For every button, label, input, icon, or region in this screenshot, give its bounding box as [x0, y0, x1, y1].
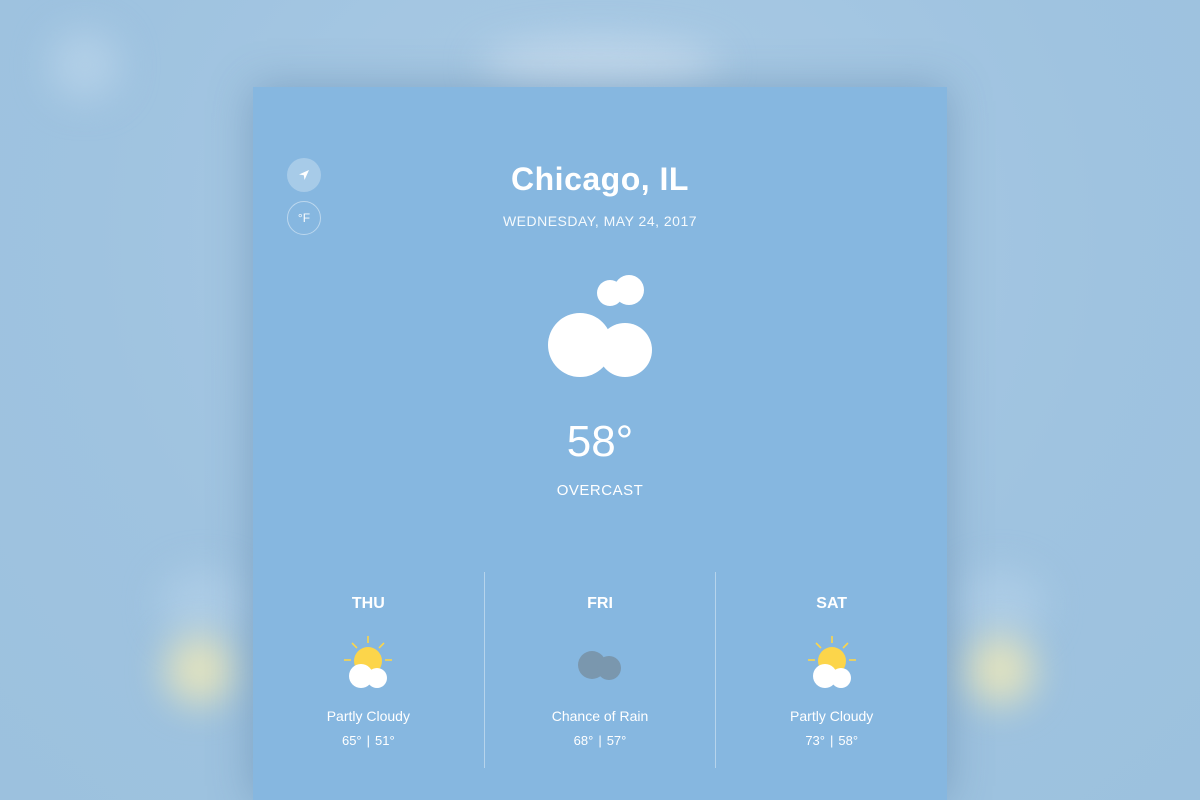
current-date: WEDNESDAY, MAY 24, 2017 — [502, 213, 698, 229]
city-title: Chicago, IL — [511, 161, 689, 197]
forecast-separator: | — [366, 733, 371, 748]
forecast-high: 73° — [805, 733, 825, 748]
background-blur-cloud-left — [160, 570, 250, 640]
weather-card: °F Chicago, IL WEDNESDAY, MAY 24, 2017 5… — [253, 87, 947, 800]
forecast-day-name: FRI — [587, 595, 613, 612]
forecast-row: THU Partly Cloudy 65° | 51° FRI Chance o… — [253, 572, 947, 768]
background-blur-sun-left — [165, 635, 235, 705]
current-condition: OVERCAST — [556, 482, 644, 499]
forecast-day-name: SAT — [816, 595, 848, 612]
forecast-temp-range: 65° | 51° — [253, 733, 484, 748]
forecast-low: 58° — [838, 733, 859, 748]
forecast-day-sat: SAT Partly Cloudy 73° | 58° — [715, 572, 947, 768]
forecast-day-thu: THU Partly Cloudy 65° | 51° — [253, 572, 484, 768]
rain-cloud-icon — [578, 651, 621, 680]
forecast-day-name: THU — [351, 595, 385, 612]
forecast-separator: | — [598, 733, 602, 748]
background-blur-button — [50, 30, 120, 100]
forecast-day-fri: FRI Chance of Rain 68° | 57° — [483, 572, 716, 768]
forecast-low: 57° — [606, 733, 627, 748]
forecast-condition: Partly Cloudy — [790, 708, 874, 724]
forecast-condition: Chance of Rain — [551, 708, 649, 724]
forecast-temp-range: 68° | 57° — [485, 733, 716, 748]
background-blur-title — [480, 40, 720, 90]
current-temperature: 58° — [566, 417, 634, 466]
forecast-high: 65° — [341, 733, 362, 748]
forecast-condition: Partly Cloudy — [326, 708, 410, 724]
overcast-clouds-icon — [548, 275, 652, 377]
partly-cloudy-icon — [344, 636, 393, 688]
background-blur-sun-right — [965, 635, 1035, 705]
background-blur-cloud-right — [955, 570, 1045, 640]
forecast-low: 51° — [375, 733, 395, 748]
forecast-temp-range: 73° | 58° — [716, 733, 947, 748]
forecast-high: 68° — [573, 733, 594, 748]
forecast-separator: | — [829, 733, 834, 748]
partly-cloudy-icon — [807, 636, 856, 688]
